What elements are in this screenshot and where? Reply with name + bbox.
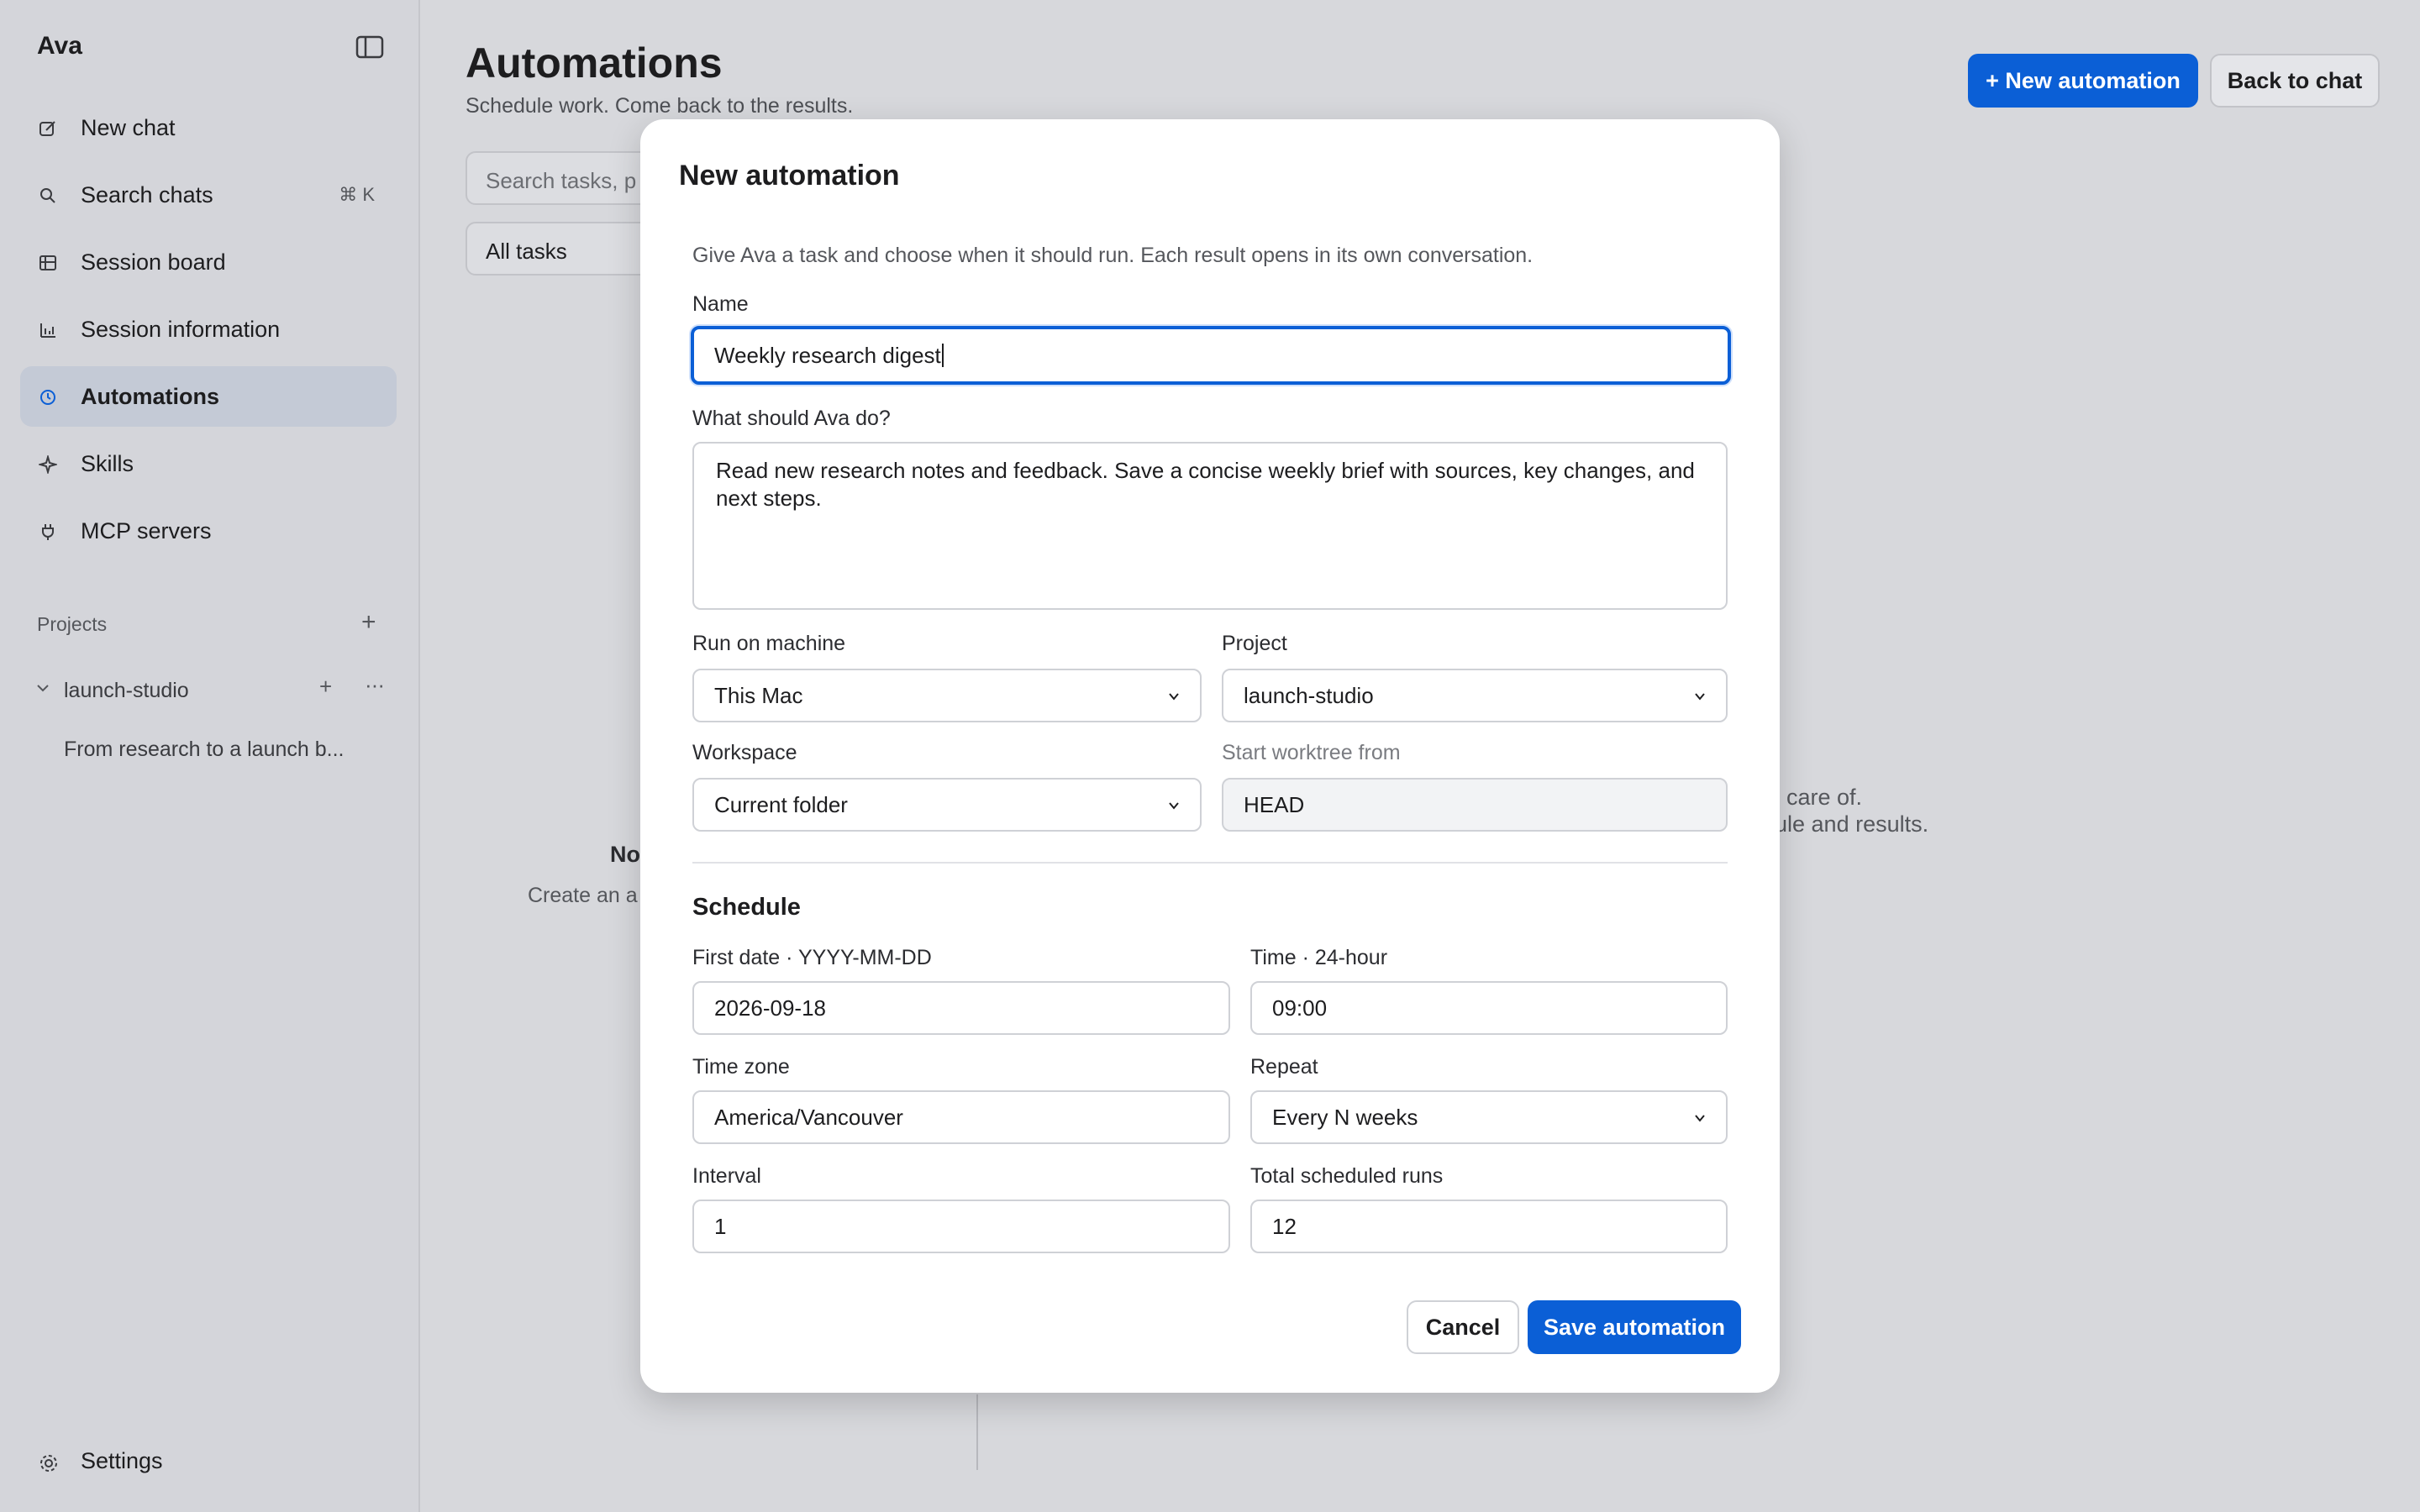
repeat-select[interactable]: Every N weeks bbox=[1250, 1090, 1728, 1144]
add-project-icon[interactable]: + bbox=[361, 608, 376, 637]
schedule-heading: Schedule bbox=[692, 894, 801, 921]
sidebar-item-session-board[interactable]: Session board bbox=[20, 232, 397, 292]
projects-heading: Projects bbox=[37, 613, 108, 635]
worktree-label: Start worktree from bbox=[1222, 741, 1401, 764]
name-label: Name bbox=[692, 292, 749, 316]
clock-icon bbox=[40, 390, 55, 405]
runs-value: 12 bbox=[1272, 1213, 1297, 1239]
sidebar-item-label: Settings bbox=[81, 1448, 163, 1473]
sidebar-item-label: Automations bbox=[81, 383, 219, 409]
compose-icon bbox=[39, 121, 55, 136]
name-value: Weekly research digest bbox=[714, 342, 941, 368]
task-label: What should Ava do? bbox=[692, 407, 891, 430]
sidebar-item-automations[interactable]: Automations bbox=[20, 366, 397, 427]
workspace-select[interactable]: Current folder bbox=[692, 778, 1202, 832]
worktree-value: HEAD bbox=[1244, 791, 1305, 817]
interval-label: Interval bbox=[692, 1164, 761, 1188]
bar-chart-icon bbox=[40, 323, 55, 338]
timezone-value: America/Vancouver bbox=[714, 1104, 903, 1130]
chevron-down-icon bbox=[1695, 693, 1705, 701]
time-label: Time · 24-hour bbox=[1250, 946, 1388, 969]
text-caret bbox=[941, 344, 944, 367]
sidebar: Ava New chat Search chats ⌘ K Session bo… bbox=[0, 0, 420, 1512]
divider bbox=[976, 1394, 978, 1470]
board-icon bbox=[39, 255, 56, 270]
keyboard-shortcut: ⌘ K bbox=[339, 184, 375, 205]
task-textarea[interactable]: Read new research notes and feedback. Sa… bbox=[692, 442, 1728, 610]
search-icon bbox=[40, 188, 55, 203]
first-date-field[interactable]: 2026-09-18 bbox=[692, 981, 1230, 1035]
app-window: Ava New chat Search chats ⌘ K Session bo… bbox=[0, 0, 2420, 1512]
machine-select[interactable]: This Mac bbox=[692, 669, 1202, 722]
sidebar-item-label: Search chats bbox=[81, 181, 213, 207]
info-text-line: care of. bbox=[1786, 785, 1863, 810]
total-runs-field[interactable]: 12 bbox=[1250, 1200, 1728, 1253]
gear-icon bbox=[40, 1455, 57, 1472]
machine-value: This Mac bbox=[714, 682, 803, 708]
dialog-title: New automation bbox=[679, 160, 900, 192]
timezone-field[interactable]: America/Vancouver bbox=[692, 1090, 1230, 1144]
chevron-down-icon bbox=[1169, 802, 1179, 810]
worktree-field: HEAD bbox=[1222, 778, 1728, 832]
sidebar-item-label: Session board bbox=[81, 249, 226, 275]
repeat-label: Repeat bbox=[1250, 1055, 1318, 1079]
sidebar-item-search-chats[interactable]: Search chats ⌘ K bbox=[20, 165, 397, 225]
back-to-chat-button[interactable]: Back to chat bbox=[2210, 54, 2380, 108]
sidebar-item-label: Skills bbox=[81, 450, 134, 476]
project-name: launch-studio bbox=[64, 679, 189, 702]
more-icon[interactable]: ··· bbox=[365, 672, 385, 698]
page-title: Automations bbox=[466, 39, 723, 87]
app-brand: Ava bbox=[37, 32, 82, 60]
session-item[interactable]: From research to a launch b... bbox=[64, 738, 344, 762]
name-field[interactable]: Weekly research digest bbox=[691, 326, 1731, 385]
sparkle-icon bbox=[39, 455, 57, 474]
empty-state-subtitle: Create an a bbox=[528, 884, 638, 907]
interval-field[interactable]: 1 bbox=[692, 1200, 1230, 1253]
chevron-down-icon bbox=[1169, 693, 1179, 701]
sidebar-toggle-icon[interactable] bbox=[355, 34, 385, 60]
chevron-down-icon[interactable] bbox=[35, 680, 50, 696]
date-label: First date · YYYY-MM-DD bbox=[692, 946, 932, 969]
section-divider bbox=[692, 862, 1728, 864]
page-subtitle: Schedule work. Come back to the results. bbox=[466, 94, 854, 118]
project-row[interactable]: launch-studio + ··· bbox=[34, 672, 395, 709]
chevron-down-icon bbox=[1695, 1115, 1705, 1122]
sidebar-item-mcp-servers[interactable]: MCP servers bbox=[20, 501, 397, 561]
project-label: Project bbox=[1222, 632, 1287, 655]
workspace-label: Workspace bbox=[692, 741, 797, 764]
sidebar-item-settings[interactable]: Settings bbox=[20, 1431, 397, 1492]
machine-label: Run on machine bbox=[692, 632, 846, 655]
save-automation-button[interactable]: Save automation bbox=[1528, 1300, 1741, 1354]
sidebar-item-new-chat[interactable]: New chat bbox=[20, 97, 397, 158]
new-automation-button[interactable]: + New automation bbox=[1968, 54, 2198, 108]
sidebar-item-label: Session information bbox=[81, 316, 281, 342]
date-value: 2026-09-18 bbox=[714, 995, 826, 1021]
cancel-button[interactable]: Cancel bbox=[1407, 1300, 1519, 1354]
sidebar-item-skills[interactable]: Skills bbox=[20, 433, 397, 494]
time-value: 09:00 bbox=[1272, 995, 1328, 1021]
dialog-description: Give Ava a task and choose when it shoul… bbox=[692, 244, 1534, 267]
sidebar-item-session-information[interactable]: Session information bbox=[20, 299, 397, 360]
runs-label: Total scheduled runs bbox=[1250, 1164, 1444, 1188]
new-automation-dialog: New automation Give Ava a task and choos… bbox=[640, 119, 1780, 1393]
empty-state-title: No bbox=[610, 842, 640, 867]
add-session-icon[interactable]: + bbox=[319, 674, 332, 700]
project-select[interactable]: launch-studio bbox=[1222, 669, 1728, 722]
workspace-value: Current folder bbox=[714, 791, 848, 817]
repeat-value: Every N weeks bbox=[1272, 1104, 1418, 1130]
interval-value: 1 bbox=[714, 1213, 727, 1239]
sidebar-item-label: MCP servers bbox=[81, 517, 212, 543]
project-value: launch-studio bbox=[1244, 682, 1374, 708]
time-field[interactable]: 09:00 bbox=[1250, 981, 1728, 1035]
sidebar-item-label: New chat bbox=[81, 114, 176, 140]
timezone-label: Time zone bbox=[692, 1055, 790, 1079]
info-text-line: ule and results. bbox=[1775, 811, 1929, 837]
plug-icon bbox=[42, 524, 54, 540]
